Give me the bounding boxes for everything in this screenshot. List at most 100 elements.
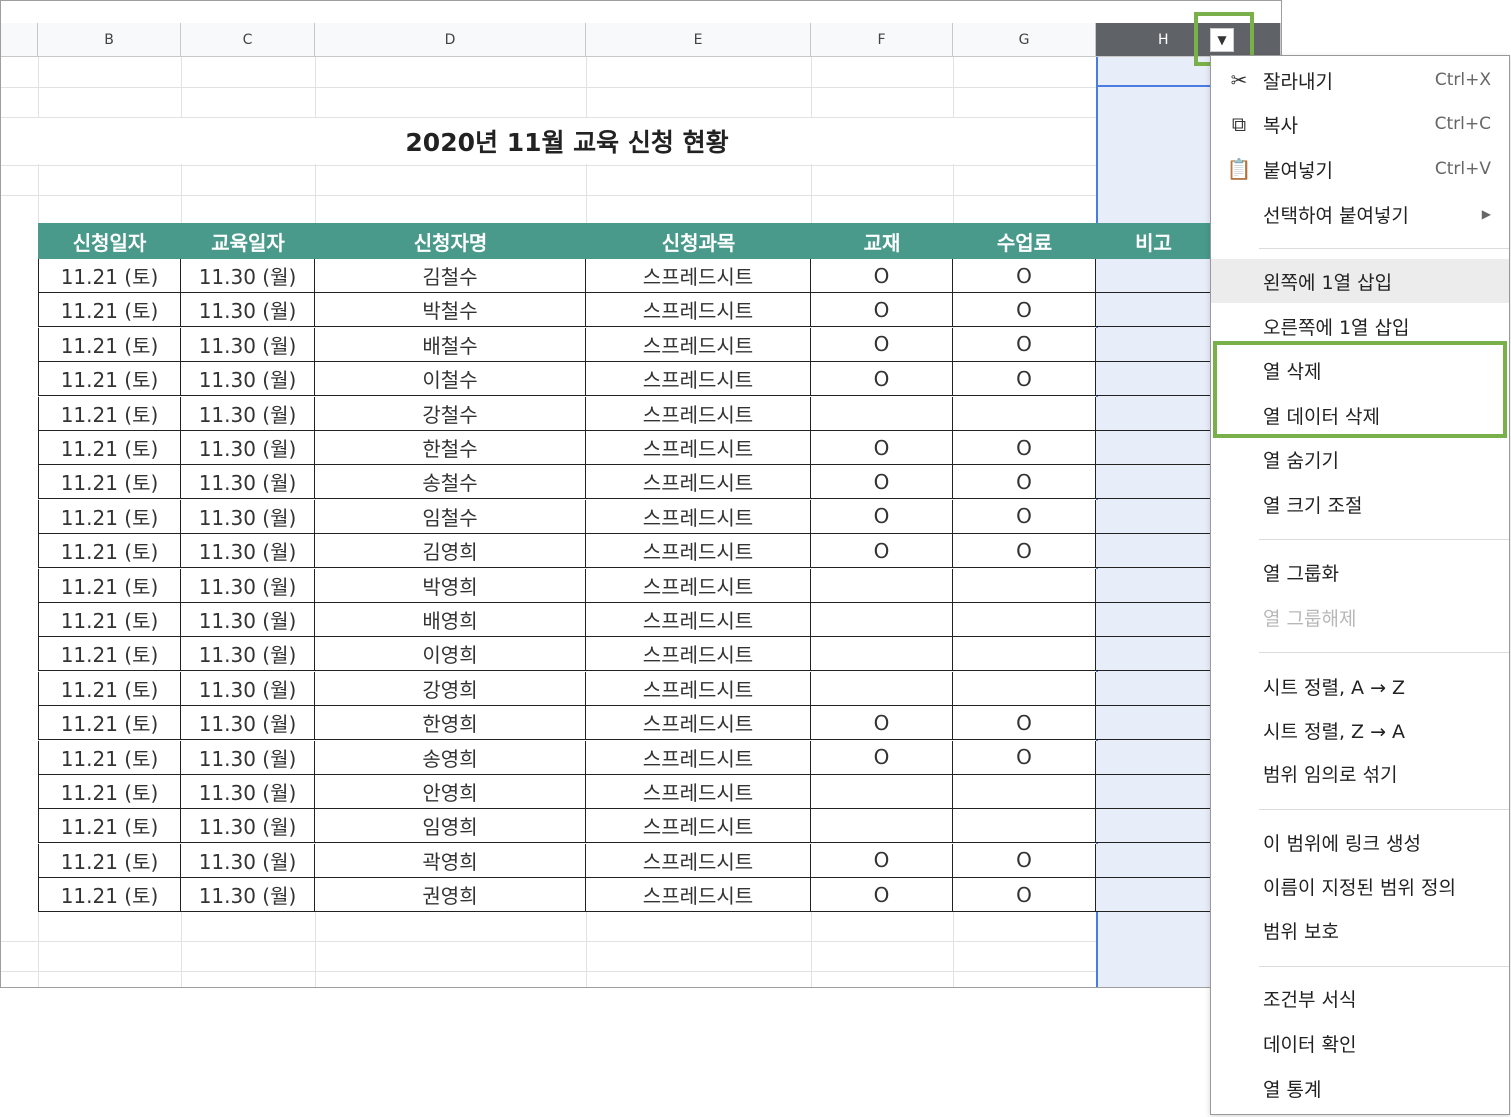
cell-fee[interactable]: [953, 637, 1096, 672]
chevron-down-icon[interactable]: ▼: [1210, 28, 1234, 52]
cell-note[interactable]: [1096, 878, 1211, 913]
cell-textbook[interactable]: O: [811, 431, 953, 465]
cell-note[interactable]: [1096, 465, 1211, 500]
menu-item-hide-column[interactable]: 열 숨기기: [1211, 437, 1509, 481]
cell-fee[interactable]: [953, 809, 1096, 844]
cell-fee[interactable]: O: [953, 327, 1096, 362]
cell-subject[interactable]: 스프레드시트: [586, 465, 811, 500]
cell-note[interactable]: [1096, 671, 1211, 706]
menu-item-ungroup-column[interactable]: 열 그룹해제: [1211, 595, 1509, 639]
cell-fee[interactable]: [953, 568, 1096, 603]
cell-textbook[interactable]: O: [811, 293, 953, 328]
cell-fee[interactable]: [953, 603, 1096, 637]
col-header-c[interactable]: C: [181, 23, 315, 57]
cell-apply-date[interactable]: 11.21 (토): [38, 259, 181, 293]
cell-edu-date[interactable]: 11.30 (월): [181, 327, 315, 362]
cell-edu-date[interactable]: 11.30 (월): [181, 603, 315, 637]
cell-textbook[interactable]: O: [811, 878, 953, 913]
cell-textbook[interactable]: [811, 396, 953, 431]
cell-subject[interactable]: 스프레드시트: [586, 809, 811, 844]
cell-subject[interactable]: 스프레드시트: [586, 568, 811, 603]
cell-subject[interactable]: 스프레드시트: [586, 706, 811, 741]
cell-subject[interactable]: 스프레드시트: [586, 362, 811, 397]
cell-edu-date[interactable]: 11.30 (월): [181, 431, 315, 465]
cell-apply-date[interactable]: 11.21 (토): [38, 809, 181, 844]
menu-item-copy[interactable]: ⧉ 복사 Ctrl+C: [1211, 102, 1509, 146]
cell-apply-date[interactable]: 11.21 (토): [38, 431, 181, 465]
menu-item-paste-special[interactable]: 선택하여 붙여넣기 ▶: [1211, 192, 1509, 236]
menu-item-sort-za[interactable]: 시트 정렬, Z → A: [1211, 708, 1509, 752]
cell-subject[interactable]: 스프레드시트: [586, 637, 811, 672]
cell-apply-date[interactable]: 11.21 (토): [38, 396, 181, 431]
cell-edu-date[interactable]: 11.30 (월): [181, 809, 315, 844]
menu-item-data-validation[interactable]: 데이터 확인: [1211, 1021, 1509, 1065]
cell-note[interactable]: [1096, 534, 1211, 569]
cell-textbook[interactable]: O: [811, 327, 953, 362]
cell-subject[interactable]: 스프레드시트: [586, 775, 811, 809]
cell-note[interactable]: [1096, 259, 1211, 293]
col-header-e[interactable]: E: [586, 23, 811, 57]
menu-item-sort-az[interactable]: 시트 정렬, A → Z: [1211, 664, 1509, 708]
cell-apply-date[interactable]: 11.21 (토): [38, 637, 181, 672]
cell-applicant[interactable]: 곽영희: [315, 843, 586, 878]
cell-subject[interactable]: 스프레드시트: [586, 259, 811, 293]
corner-header[interactable]: [1, 23, 38, 57]
cell-fee[interactable]: [953, 396, 1096, 431]
menu-item-link-range[interactable]: 이 범위에 링크 생성: [1211, 820, 1509, 864]
cell-fee[interactable]: O: [953, 843, 1096, 878]
cell-fee[interactable]: O: [953, 534, 1096, 569]
cell-applicant[interactable]: 김영희: [315, 534, 586, 569]
cell-note[interactable]: [1096, 637, 1211, 672]
cell-apply-date[interactable]: 11.21 (토): [38, 706, 181, 741]
cell-applicant[interactable]: 권영희: [315, 878, 586, 913]
cell-edu-date[interactable]: 11.30 (월): [181, 396, 315, 431]
cell-note[interactable]: [1096, 293, 1211, 328]
cell-edu-date[interactable]: 11.30 (월): [181, 671, 315, 706]
cell-subject[interactable]: 스프레드시트: [586, 878, 811, 913]
cell-fee[interactable]: O: [953, 362, 1096, 397]
cell-textbook[interactable]: O: [811, 843, 953, 878]
cell-note[interactable]: [1096, 327, 1211, 362]
cell-note[interactable]: [1096, 740, 1211, 775]
cell-textbook[interactable]: [811, 568, 953, 603]
cell-note[interactable]: [1096, 568, 1211, 603]
cell-edu-date[interactable]: 11.30 (월): [181, 878, 315, 913]
cell-applicant[interactable]: 강영희: [315, 671, 586, 706]
cell-applicant[interactable]: 강철수: [315, 396, 586, 431]
cell-textbook[interactable]: O: [811, 706, 953, 741]
cell-fee[interactable]: O: [953, 878, 1096, 913]
cell-subject[interactable]: 스프레드시트: [586, 534, 811, 569]
cell-fee[interactable]: O: [953, 431, 1096, 465]
menu-item-paste[interactable]: 📋 붙여넣기 Ctrl+V: [1211, 147, 1509, 191]
cell-textbook[interactable]: [811, 637, 953, 672]
cell-apply-date[interactable]: 11.21 (토): [38, 843, 181, 878]
cell-note[interactable]: [1096, 603, 1211, 637]
cell-textbook[interactable]: O: [811, 362, 953, 397]
menu-item-cut[interactable]: ✂ 잘라내기 Ctrl+X: [1211, 58, 1509, 102]
cell-applicant[interactable]: 한영희: [315, 706, 586, 741]
cell-apply-date[interactable]: 11.21 (토): [38, 671, 181, 706]
cell-subject[interactable]: 스프레드시트: [586, 431, 811, 465]
cell-apply-date[interactable]: 11.21 (토): [38, 465, 181, 500]
cell-subject[interactable]: 스프레드시트: [586, 499, 811, 534]
cell-apply-date[interactable]: 11.21 (토): [38, 775, 181, 809]
cell-fee[interactable]: O: [953, 740, 1096, 775]
cell-textbook[interactable]: [811, 775, 953, 809]
cell-apply-date[interactable]: 11.21 (토): [38, 499, 181, 534]
cell-apply-date[interactable]: 11.21 (토): [38, 740, 181, 775]
cell-note[interactable]: [1096, 362, 1211, 397]
cell-apply-date[interactable]: 11.21 (토): [38, 568, 181, 603]
menu-item-column-stats[interactable]: 열 통계: [1211, 1066, 1509, 1110]
cell-subject[interactable]: 스프레드시트: [586, 603, 811, 637]
cell-applicant[interactable]: 송철수: [315, 465, 586, 500]
cell-subject[interactable]: 스프레드시트: [586, 671, 811, 706]
cell-textbook[interactable]: O: [811, 740, 953, 775]
menu-item-protect-range[interactable]: 범위 보호: [1211, 908, 1509, 952]
cell-applicant[interactable]: 한철수: [315, 431, 586, 465]
col-header-b[interactable]: B: [38, 23, 181, 57]
cell-subject[interactable]: 스프레드시트: [586, 396, 811, 431]
cell-textbook[interactable]: O: [811, 259, 953, 293]
cell-applicant[interactable]: 배영희: [315, 603, 586, 637]
cell-subject[interactable]: 스프레드시트: [586, 293, 811, 328]
cell-note[interactable]: [1096, 775, 1211, 809]
